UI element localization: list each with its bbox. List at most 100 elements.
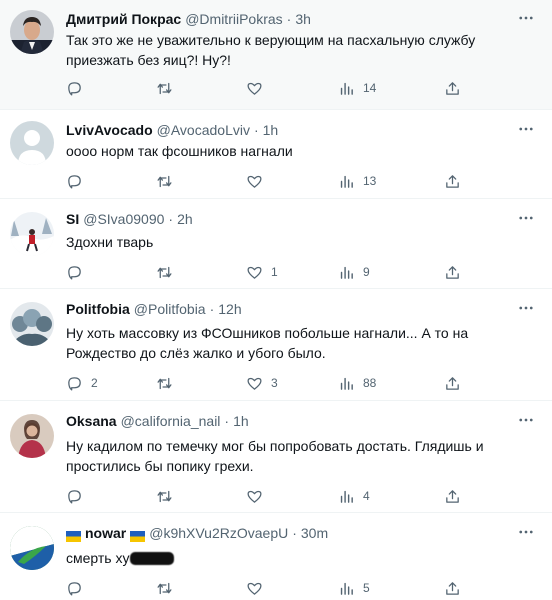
like-icon bbox=[246, 488, 263, 505]
like-button[interactable]: 3 bbox=[246, 373, 278, 393]
tweet[interactable]: nowar @k9hXVu2RzOvaepU · 30m смерть ху 5 bbox=[0, 514, 552, 600]
reply-button[interactable] bbox=[66, 171, 91, 191]
tweet-text: Здохни тварь bbox=[66, 234, 154, 250]
author-name[interactable]: Дмитрий Покрас bbox=[66, 10, 181, 28]
tweet[interactable]: Oksana @california_nail · 1h Ну кадилом … bbox=[0, 402, 552, 513]
views-button[interactable]: 9 bbox=[338, 262, 370, 282]
views-button[interactable]: 4 bbox=[338, 486, 370, 506]
reply-button[interactable] bbox=[66, 486, 91, 506]
retweet-button[interactable] bbox=[156, 578, 181, 598]
more-icon[interactable] bbox=[514, 410, 538, 430]
author-handle[interactable]: @k9hXVu2RzOvaepU bbox=[149, 524, 288, 542]
like-count: 1 bbox=[271, 265, 278, 279]
views-icon bbox=[338, 264, 355, 281]
like-button[interactable] bbox=[246, 78, 271, 98]
share-button[interactable] bbox=[444, 262, 461, 282]
views-icon bbox=[338, 375, 355, 392]
avatar[interactable] bbox=[10, 414, 54, 458]
tweet-text: Ну хоть массовку из ФСОшников побольше н… bbox=[66, 325, 469, 361]
retweet-icon bbox=[156, 80, 173, 97]
timestamp[interactable]: 30m bbox=[301, 524, 328, 542]
timestamp[interactable]: 2h bbox=[177, 210, 193, 228]
retweet-button[interactable] bbox=[156, 262, 181, 282]
reply-button[interactable] bbox=[66, 262, 91, 282]
ukraine-flag-icon bbox=[130, 528, 146, 542]
views-count: 9 bbox=[363, 265, 370, 279]
action-bar: 14 bbox=[66, 78, 466, 98]
avatar[interactable] bbox=[10, 526, 54, 570]
more-icon[interactable] bbox=[514, 298, 538, 318]
author-name[interactable]: Politfobia bbox=[66, 300, 130, 318]
share-button[interactable] bbox=[444, 373, 461, 393]
like-button[interactable] bbox=[246, 578, 271, 598]
action-bar: 4 bbox=[66, 486, 466, 506]
action-bar: 13 bbox=[66, 171, 466, 191]
avatar[interactable] bbox=[10, 302, 54, 346]
like-icon bbox=[246, 264, 263, 281]
author-name[interactable]: nowar bbox=[85, 524, 126, 542]
retweet-icon bbox=[156, 488, 173, 505]
reply-button[interactable]: 2 bbox=[66, 373, 98, 393]
like-button[interactable]: 1 bbox=[246, 262, 278, 282]
retweet-button[interactable] bbox=[156, 373, 181, 393]
retweet-button[interactable] bbox=[156, 78, 181, 98]
reply-icon bbox=[66, 580, 83, 597]
views-button[interactable]: 14 bbox=[338, 78, 376, 98]
like-button[interactable] bbox=[246, 486, 271, 506]
reply-feed: Дмитрий Покрас @DmitriiPokras · 3h Так э… bbox=[0, 0, 552, 600]
tweet-text-container: смерть ху bbox=[66, 548, 532, 568]
like-count: 3 bbox=[271, 376, 278, 390]
share-button[interactable] bbox=[444, 578, 461, 598]
tweet-header: nowar @k9hXVu2RzOvaepU · 30m bbox=[66, 524, 512, 542]
retweet-button[interactable] bbox=[156, 171, 181, 191]
avatar[interactable] bbox=[10, 10, 54, 54]
tweet[interactable]: SI @SIva09090 · 2h Здохни тварь 1 9 bbox=[0, 200, 552, 289]
like-icon bbox=[246, 580, 263, 597]
avatar[interactable] bbox=[10, 121, 54, 165]
tweet[interactable]: Politfobia @Politfobia · 12h Ну хоть мас… bbox=[0, 290, 552, 401]
author-name[interactable]: SI bbox=[66, 210, 79, 228]
retweet-button[interactable] bbox=[156, 486, 181, 506]
separator-dot: · bbox=[292, 525, 297, 541]
more-icon[interactable] bbox=[514, 208, 538, 228]
tweet[interactable]: Дмитрий Покрас @DmitriiPokras · 3h Так э… bbox=[0, 0, 552, 110]
views-button[interactable]: 88 bbox=[338, 373, 376, 393]
author-handle[interactable]: @Politfobia bbox=[134, 300, 206, 318]
separator-dot: · bbox=[168, 211, 174, 227]
share-icon bbox=[444, 173, 461, 190]
tweet[interactable]: LvivAvocado @AvocadoLviv · 1h оооо норм … bbox=[0, 111, 552, 199]
timestamp[interactable]: 1h bbox=[233, 412, 249, 430]
timestamp[interactable]: 1h bbox=[263, 121, 279, 139]
timestamp[interactable]: 12h bbox=[218, 300, 241, 318]
views-count: 88 bbox=[363, 376, 377, 390]
share-button[interactable] bbox=[444, 171, 461, 191]
more-icon[interactable] bbox=[514, 8, 538, 28]
author-name[interactable]: Oksana bbox=[66, 412, 117, 430]
views-count: 13 bbox=[363, 174, 377, 188]
reply-button[interactable] bbox=[66, 78, 91, 98]
separator-dot: · bbox=[224, 413, 230, 429]
reply-button[interactable] bbox=[66, 578, 91, 598]
author-name[interactable]: LvivAvocado bbox=[66, 121, 153, 139]
author-handle[interactable]: @AvocadoLviv bbox=[157, 121, 250, 139]
avatar[interactable] bbox=[10, 212, 54, 256]
author-handle[interactable]: @DmitriiPokras bbox=[185, 10, 282, 28]
like-button[interactable] bbox=[246, 171, 271, 191]
censor-block bbox=[129, 552, 174, 565]
share-icon bbox=[444, 80, 461, 97]
share-button[interactable] bbox=[444, 78, 461, 98]
timestamp[interactable]: 3h bbox=[295, 10, 311, 28]
more-icon[interactable] bbox=[514, 522, 538, 542]
reply-icon bbox=[66, 173, 83, 190]
views-button[interactable]: 5 bbox=[338, 578, 370, 598]
views-button[interactable]: 13 bbox=[338, 171, 376, 191]
more-icon[interactable] bbox=[514, 119, 538, 139]
share-icon bbox=[444, 580, 461, 597]
author-handle[interactable]: @california_nail bbox=[121, 412, 221, 430]
tweet-header: Дмитрий Покрас @DmitriiPokras · 3h bbox=[66, 10, 512, 28]
share-icon bbox=[444, 488, 461, 505]
share-button[interactable] bbox=[444, 486, 461, 506]
author-handle[interactable]: @SIva09090 bbox=[83, 210, 164, 228]
tweet-text: Так это же не уважительно к верующим на … bbox=[66, 32, 476, 68]
separator-dot: · bbox=[286, 11, 292, 27]
